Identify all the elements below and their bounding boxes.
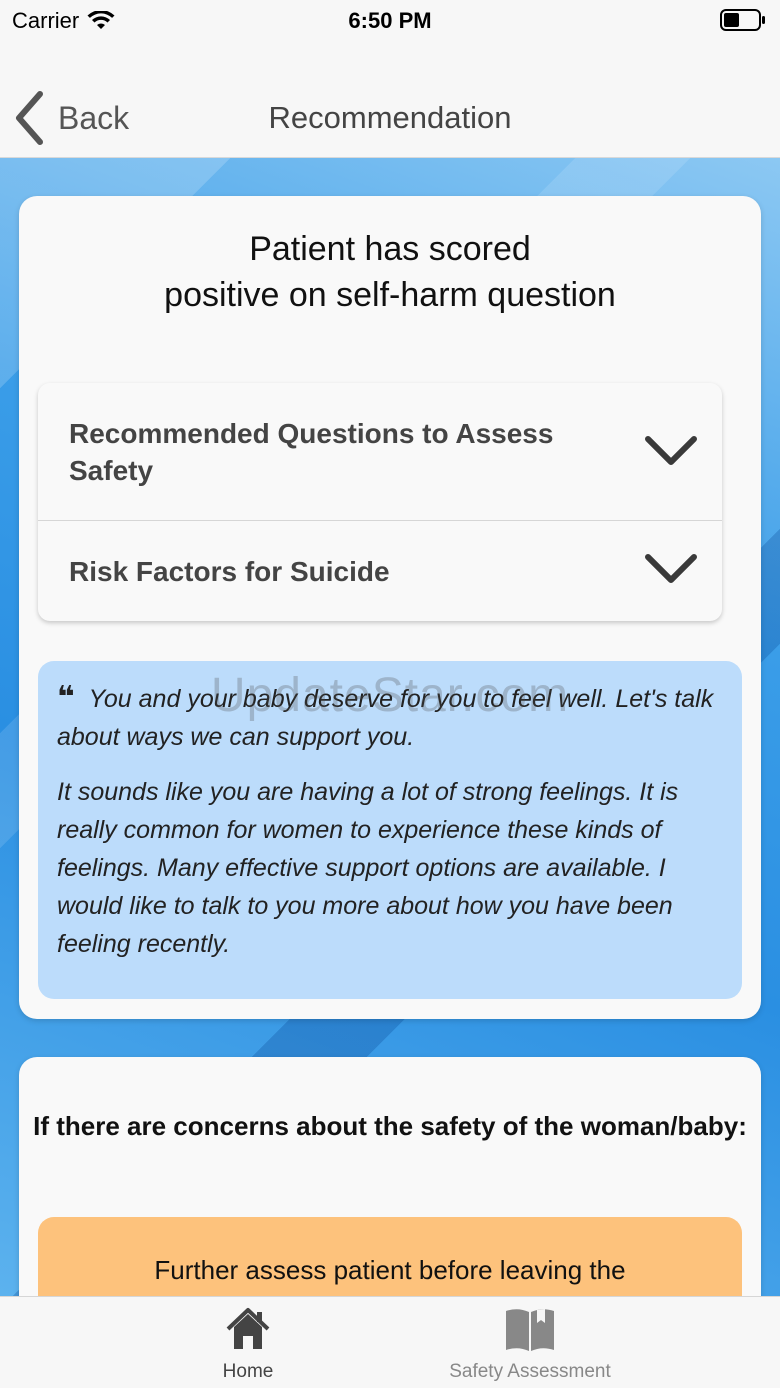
clock: 6:50 PM (348, 8, 432, 33)
page-title: Recommendation (268, 100, 512, 135)
tab-safety-assessment-label: Safety Assessment (449, 1361, 611, 1382)
action-text: Further assess patient before leaving th… (154, 1255, 626, 1285)
quote-icon: ❝ (57, 681, 75, 714)
safety-concerns-title: If there are concerns about the safety o… (33, 1111, 747, 1141)
title-line-2: positive on self-harm question (164, 276, 616, 314)
tab-bar: Home Safety Assessment (0, 1296, 780, 1388)
script-quote-box: ❝ You and your baby deserve for you to fe… (38, 661, 742, 999)
accordion-item-label: Risk Factors for Suicide (69, 556, 390, 587)
status-bar: Carrier 6:50 PM (0, 0, 780, 40)
chevron-down-icon (645, 436, 697, 465)
accordion-item-assess-safety[interactable]: Recommended Questions to Assess Safety (38, 383, 722, 521)
quote-paragraph-1-text: You and your baby deserve for you to fee… (57, 685, 714, 751)
chevron-down-icon (645, 554, 697, 583)
tab-home[interactable]: Home (168, 1297, 328, 1388)
battery-icon (720, 9, 766, 37)
tab-home-label: Home (222, 1361, 274, 1382)
quote-paragraph-1: ❝ You and your baby deserve for you to fe… (57, 679, 717, 756)
quote-paragraph-2: It sounds like you are having a lot of s… (57, 778, 679, 958)
tab-safety-assessment[interactable]: Safety Assessment (420, 1297, 640, 1388)
recommendation-title: Patient has scored positive on self-harm… (19, 226, 761, 318)
accordion: Recommended Questions to Assess Safety R… (38, 383, 722, 621)
accordion-item-risk-factors[interactable]: Risk Factors for Suicide (38, 521, 722, 621)
navigation-bar: Back Recommendation (0, 40, 780, 158)
title-line-1: Patient has scored (249, 230, 531, 268)
book-icon (420, 1307, 640, 1358)
accordion-item-label: Recommended Questions to Assess Safety (69, 418, 554, 486)
home-icon (168, 1307, 328, 1356)
recommendation-card: Patient has scored positive on self-harm… (19, 196, 761, 1019)
